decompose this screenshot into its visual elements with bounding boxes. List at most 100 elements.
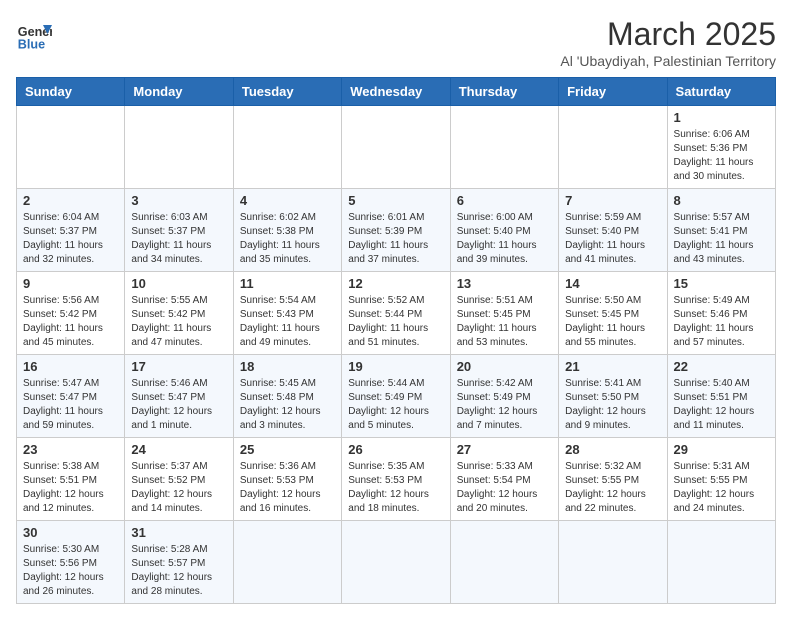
calendar-table: SundayMondayTuesdayWednesdayThursdayFrid… xyxy=(16,77,776,604)
calendar-cell: 20 Sunrise: 5:42 AMSunset: 5:49 PMDayligh… xyxy=(450,355,558,438)
calendar-cell: 15Sunrise: 5:49 AMSunset: 5:46 PMDayligh… xyxy=(667,272,775,355)
day-number: 21 xyxy=(565,359,660,374)
day-info: Sunrise: 5:40 AMSunset: 5:51 PMDaylight:… xyxy=(674,377,769,433)
day-info: Sunrise: 5:47 AMSunset: 5:47 PMDaylight:… xyxy=(23,377,118,433)
weekday-header-row: SundayMondayTuesdayWednesdayThursdayFrid… xyxy=(17,78,776,106)
day-number: 28 xyxy=(565,442,660,457)
weekday-header-sunday: Sunday xyxy=(17,78,125,106)
weekday-header-tuesday: Tuesday xyxy=(233,78,341,106)
calendar-cell xyxy=(233,521,341,604)
calendar-cell xyxy=(233,106,341,189)
calendar-cell: 7 Sunrise: 5:59 AMSunset: 5:40 PMDaylight… xyxy=(559,189,667,272)
calendar-cell xyxy=(667,521,775,604)
calendar-cell: 22 Sunrise: 5:40 AMSunset: 5:51 PMDayligh… xyxy=(667,355,775,438)
weekday-header-monday: Monday xyxy=(125,78,233,106)
day-info: Sunrise: 5:51 AMSunset: 5:45 PMDaylight:… xyxy=(457,294,552,350)
location-subtitle: Al 'Ubaydiyah, Palestinian Territory xyxy=(560,53,776,69)
calendar-cell: 5Sunrise: 6:01 AMSunset: 5:39 PMDaylight… xyxy=(342,189,450,272)
day-number: 26 xyxy=(348,442,443,457)
day-number: 23 xyxy=(23,442,118,457)
calendar-cell: 28 Sunrise: 5:32 AMSunset: 5:55 PMDayligh… xyxy=(559,438,667,521)
day-number: 12 xyxy=(348,276,443,291)
day-number: 4 xyxy=(240,193,335,208)
logo: General Blue xyxy=(16,16,52,52)
day-info: Sunrise: 6:03 AMSunset: 5:37 PMDaylight:… xyxy=(131,211,226,267)
logo-icon: General Blue xyxy=(16,16,52,52)
calendar-cell: 18Sunrise: 5:45 AMSunset: 5:48 PMDayligh… xyxy=(233,355,341,438)
calendar-cell: 27Sunrise: 5:33 AMSunset: 5:54 PMDayligh… xyxy=(450,438,558,521)
calendar-cell: 12 Sunrise: 5:52 AMSunset: 5:44 PMDayligh… xyxy=(342,272,450,355)
calendar-cell xyxy=(17,106,125,189)
day-number: 30 xyxy=(23,525,118,540)
calendar-cell xyxy=(450,521,558,604)
day-info: Sunrise: 5:28 AMSunset: 5:57 PMDaylight:… xyxy=(131,543,226,599)
day-number: 10 xyxy=(131,276,226,291)
weekday-header-thursday: Thursday xyxy=(450,78,558,106)
day-info: Sunrise: 5:52 AMSunset: 5:44 PMDaylight:… xyxy=(348,294,443,350)
calendar-cell: 2Sunrise: 6:04 AMSunset: 5:37 PMDaylight… xyxy=(17,189,125,272)
day-info: Sunrise: 5:59 AMSunset: 5:40 PMDaylight:… xyxy=(565,211,660,267)
day-info: Sunrise: 6:04 AMSunset: 5:37 PMDaylight:… xyxy=(23,211,118,267)
calendar-cell: 31Sunrise: 5:28 AMSunset: 5:57 PMDayligh… xyxy=(125,521,233,604)
title-area: March 2025 Al 'Ubaydiyah, Palestinian Te… xyxy=(560,16,776,69)
day-number: 1 xyxy=(674,110,769,125)
day-number: 17 xyxy=(131,359,226,374)
day-info: Sunrise: 5:42 AMSunset: 5:49 PMDaylight:… xyxy=(457,377,552,433)
calendar-cell: 1 Sunrise: 6:06 AMSunset: 5:36 PMDaylight… xyxy=(667,106,775,189)
calendar-cell xyxy=(125,106,233,189)
calendar-cell: 6Sunrise: 6:00 AMSunset: 5:40 PMDaylight… xyxy=(450,189,558,272)
calendar-cell xyxy=(559,521,667,604)
day-info: Sunrise: 5:38 AMSunset: 5:51 PMDaylight:… xyxy=(23,460,118,516)
day-info: Sunrise: 5:41 AMSunset: 5:50 PMDaylight:… xyxy=(565,377,660,433)
day-info: Sunrise: 5:55 AMSunset: 5:42 PMDaylight:… xyxy=(131,294,226,350)
calendar-cell: 10 Sunrise: 5:55 AMSunset: 5:42 PMDayligh… xyxy=(125,272,233,355)
calendar-cell: 29Sunrise: 5:31 AMSunset: 5:55 PMDayligh… xyxy=(667,438,775,521)
calendar-cell: 11 Sunrise: 5:54 AMSunset: 5:43 PMDayligh… xyxy=(233,272,341,355)
calendar-cell: 13 Sunrise: 5:51 AMSunset: 5:45 PMDayligh… xyxy=(450,272,558,355)
calendar-cell: 16 Sunrise: 5:47 AMSunset: 5:47 PMDayligh… xyxy=(17,355,125,438)
day-number: 14 xyxy=(565,276,660,291)
day-number: 8 xyxy=(674,193,769,208)
day-info: Sunrise: 5:33 AMSunset: 5:54 PMDaylight:… xyxy=(457,460,552,516)
calendar-cell: 30Sunrise: 5:30 AMSunset: 5:56 PMDayligh… xyxy=(17,521,125,604)
day-number: 6 xyxy=(457,193,552,208)
calendar-week-2: 2Sunrise: 6:04 AMSunset: 5:37 PMDaylight… xyxy=(17,189,776,272)
calendar-cell: 23 Sunrise: 5:38 AMSunset: 5:51 PMDayligh… xyxy=(17,438,125,521)
calendar-cell: 25 Sunrise: 5:36 AMSunset: 5:53 PMDayligh… xyxy=(233,438,341,521)
day-number: 25 xyxy=(240,442,335,457)
calendar-cell: 24Sunrise: 5:37 AMSunset: 5:52 PMDayligh… xyxy=(125,438,233,521)
calendar-cell xyxy=(450,106,558,189)
weekday-header-saturday: Saturday xyxy=(667,78,775,106)
day-number: 22 xyxy=(674,359,769,374)
calendar-cell: 3 Sunrise: 6:03 AMSunset: 5:37 PMDaylight… xyxy=(125,189,233,272)
calendar-cell: 19Sunrise: 5:44 AMSunset: 5:49 PMDayligh… xyxy=(342,355,450,438)
day-info: Sunrise: 5:35 AMSunset: 5:53 PMDaylight:… xyxy=(348,460,443,516)
calendar-cell xyxy=(559,106,667,189)
calendar-cell: 8 Sunrise: 5:57 AMSunset: 5:41 PMDaylight… xyxy=(667,189,775,272)
day-info: Sunrise: 5:56 AMSunset: 5:42 PMDaylight:… xyxy=(23,294,118,350)
day-info: Sunrise: 6:06 AMSunset: 5:36 PMDaylight:… xyxy=(674,128,769,184)
day-info: Sunrise: 6:02 AMSunset: 5:38 PMDaylight:… xyxy=(240,211,335,267)
day-number: 3 xyxy=(131,193,226,208)
day-number: 11 xyxy=(240,276,335,291)
day-number: 20 xyxy=(457,359,552,374)
day-number: 7 xyxy=(565,193,660,208)
day-number: 9 xyxy=(23,276,118,291)
day-info: Sunrise: 5:32 AMSunset: 5:55 PMDaylight:… xyxy=(565,460,660,516)
calendar-cell xyxy=(342,521,450,604)
day-info: Sunrise: 5:45 AMSunset: 5:48 PMDaylight:… xyxy=(240,377,335,433)
calendar-week-3: 9 Sunrise: 5:56 AMSunset: 5:42 PMDaylight… xyxy=(17,272,776,355)
day-info: Sunrise: 5:54 AMSunset: 5:43 PMDaylight:… xyxy=(240,294,335,350)
day-number: 5 xyxy=(348,193,443,208)
day-info: Sunrise: 5:57 AMSunset: 5:41 PMDaylight:… xyxy=(674,211,769,267)
calendar-cell: 17Sunrise: 5:46 AMSunset: 5:47 PMDayligh… xyxy=(125,355,233,438)
month-title: March 2025 xyxy=(560,16,776,53)
day-number: 13 xyxy=(457,276,552,291)
page-header: General Blue March 2025 Al 'Ubaydiyah, P… xyxy=(16,16,776,69)
calendar-cell: 9 Sunrise: 5:56 AMSunset: 5:42 PMDaylight… xyxy=(17,272,125,355)
day-number: 16 xyxy=(23,359,118,374)
day-info: Sunrise: 5:36 AMSunset: 5:53 PMDaylight:… xyxy=(240,460,335,516)
svg-text:Blue: Blue xyxy=(18,37,45,51)
weekday-header-friday: Friday xyxy=(559,78,667,106)
day-number: 19 xyxy=(348,359,443,374)
